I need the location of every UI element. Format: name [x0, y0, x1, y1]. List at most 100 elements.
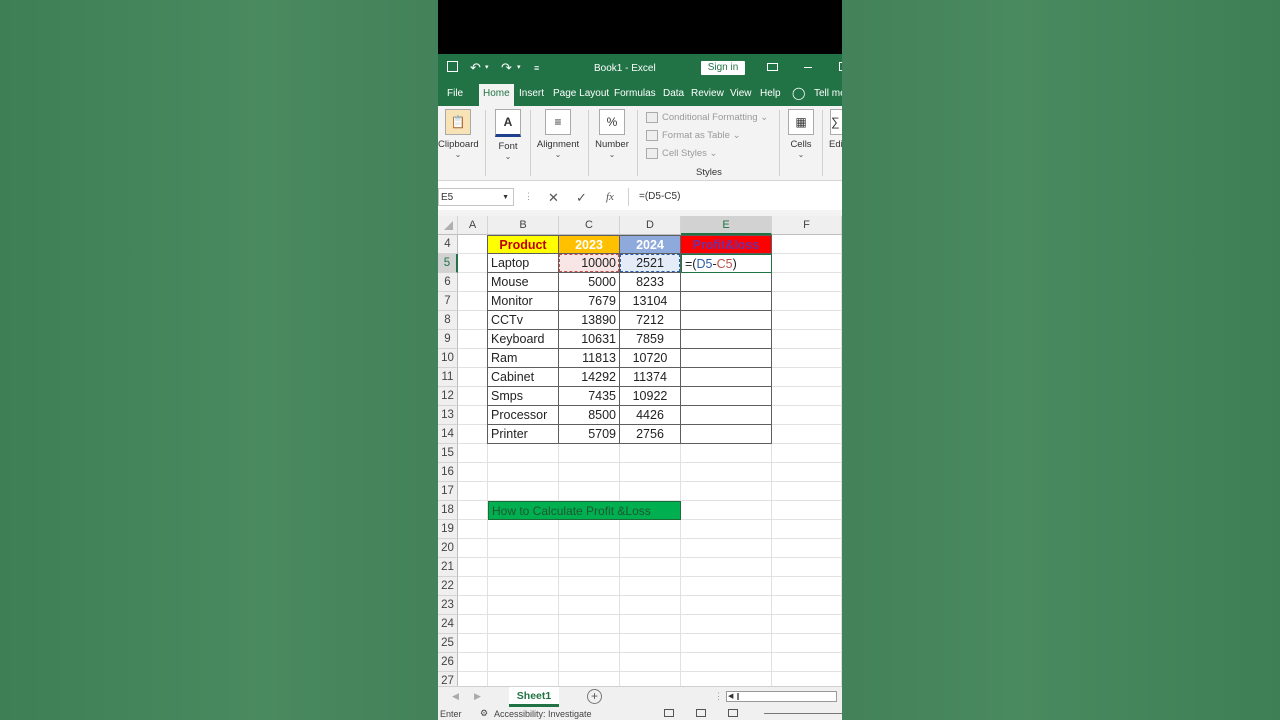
cell-product[interactable]: Laptop: [488, 254, 559, 273]
tab-view[interactable]: View: [730, 88, 752, 99]
cell-styles-button[interactable]: Cell Styles ⌄: [646, 148, 717, 159]
cell-product[interactable]: Smps: [488, 387, 559, 406]
page-break-view-icon[interactable]: [728, 709, 738, 717]
cells-group[interactable]: ▦ Cells ⌄: [787, 106, 815, 159]
redo-icon[interactable]: ↷: [501, 60, 512, 76]
cell-product[interactable]: Monitor: [488, 292, 559, 311]
cell-2023[interactable]: 8500: [559, 406, 620, 425]
header-product[interactable]: Product: [488, 235, 559, 254]
cell-2023[interactable]: 5709: [559, 425, 620, 444]
undo-icon[interactable]: ↶: [470, 60, 481, 76]
editing-group[interactable]: ∑ Edi: [828, 106, 842, 150]
row-header-26[interactable]: 26: [438, 653, 458, 672]
cell-2024[interactable]: 7212: [620, 311, 681, 330]
column-header-f[interactable]: F: [772, 216, 842, 235]
accessibility-status[interactable]: Accessibility: Investigate: [494, 709, 592, 719]
row-header-10[interactable]: 10: [438, 349, 458, 368]
tab-formulas[interactable]: Formulas: [614, 88, 656, 99]
cell-profit-loss[interactable]: [681, 273, 772, 292]
cell-profit-loss[interactable]: [681, 406, 772, 425]
formula-input[interactable]: =(D5-C5): [628, 188, 842, 206]
insert-function-icon[interactable]: fx: [606, 191, 614, 203]
cell-2024[interactable]: 11374: [620, 368, 681, 387]
header-profit-loss[interactable]: Profit&loss: [681, 235, 772, 254]
tab-data[interactable]: Data: [663, 88, 684, 99]
conditional-formatting-button[interactable]: Conditional Formatting ⌄: [646, 112, 768, 123]
minimize-icon[interactable]: [804, 67, 812, 68]
cell-product[interactable]: Processor: [488, 406, 559, 425]
sign-in-button[interactable]: Sign in: [701, 61, 745, 75]
tab-review[interactable]: Review: [691, 88, 724, 99]
cell-2023[interactable]: 5000: [559, 273, 620, 292]
column-header-c[interactable]: C: [559, 216, 620, 235]
cell-product[interactable]: Keyboard: [488, 330, 559, 349]
enter-icon[interactable]: ✓: [576, 190, 587, 206]
cell-2024[interactable]: 10720: [620, 349, 681, 368]
row-header-19[interactable]: 19: [438, 520, 458, 539]
prev-sheet-icon[interactable]: ◀: [452, 691, 459, 702]
normal-view-icon[interactable]: [664, 709, 674, 717]
cell-2023[interactable]: 7679: [559, 292, 620, 311]
row-header-16[interactable]: 16: [438, 463, 458, 482]
add-sheet-icon[interactable]: +: [587, 689, 602, 704]
cell-2024[interactable]: 10922: [620, 387, 681, 406]
cell-profit-loss[interactable]: [681, 330, 772, 349]
row-header-18[interactable]: 18: [438, 501, 458, 520]
cell-2024[interactable]: 13104: [620, 292, 681, 311]
cell-profit-loss[interactable]: [681, 292, 772, 311]
cell-profit-loss[interactable]: [681, 387, 772, 406]
cell-2023[interactable]: 10631: [559, 330, 620, 349]
cell-product[interactable]: Ram: [488, 349, 559, 368]
row-header-4[interactable]: 4: [438, 235, 458, 254]
scrollbar-thumb[interactable]: [737, 693, 739, 700]
header-2023[interactable]: 2023: [559, 235, 620, 254]
column-header-b[interactable]: B: [488, 216, 559, 235]
row-header-8[interactable]: 8: [438, 311, 458, 330]
row-header-22[interactable]: 22: [438, 577, 458, 596]
row-header-9[interactable]: 9: [438, 330, 458, 349]
cell-2024[interactable]: 8233: [620, 273, 681, 292]
cell-product[interactable]: Mouse: [488, 273, 559, 292]
row-header-21[interactable]: 21: [438, 558, 458, 577]
save-icon[interactable]: [447, 61, 458, 72]
cell-profit-loss[interactable]: [681, 425, 772, 444]
row-header-7[interactable]: 7: [438, 292, 458, 311]
cancel-icon[interactable]: ✕: [548, 190, 559, 206]
row-header-15[interactable]: 15: [438, 444, 458, 463]
cell-profit-loss[interactable]: [681, 349, 772, 368]
active-cell-e5[interactable]: =(D5-C5): [681, 254, 772, 273]
row-header-17[interactable]: 17: [438, 482, 458, 501]
tab-help[interactable]: Help: [760, 88, 781, 99]
next-sheet-icon[interactable]: ▶: [474, 691, 481, 702]
row-header-24[interactable]: 24: [438, 615, 458, 634]
cell-profit-loss[interactable]: [681, 368, 772, 387]
customize-qat-icon[interactable]: ≡: [534, 63, 539, 73]
number-group[interactable]: % Number ⌄: [593, 106, 631, 159]
horizontal-scrollbar[interactable]: ◀: [726, 691, 837, 702]
column-header-d[interactable]: D: [620, 216, 681, 235]
row-header-5[interactable]: 5: [438, 254, 458, 273]
row-header-20[interactable]: 20: [438, 539, 458, 558]
tab-home[interactable]: Home: [479, 84, 514, 106]
cell-2024[interactable]: 2756: [620, 425, 681, 444]
zoom-slider[interactable]: [764, 713, 842, 714]
cell-2024[interactable]: 7859: [620, 330, 681, 349]
page-layout-view-icon[interactable]: [696, 709, 706, 717]
row-header-6[interactable]: 6: [438, 273, 458, 292]
column-header-e[interactable]: E: [681, 216, 772, 235]
tab-page-layout[interactable]: Page Layout: [553, 88, 609, 99]
name-box[interactable]: E5 ▼: [438, 188, 514, 206]
cell-product[interactable]: Cabinet: [488, 368, 559, 387]
column-header-a[interactable]: A: [458, 216, 488, 235]
ribbon-display-icon[interactable]: [767, 63, 778, 71]
cell-2023[interactable]: 13890: [559, 311, 620, 330]
row-header-23[interactable]: 23: [438, 596, 458, 615]
row-header-11[interactable]: 11: [438, 368, 458, 387]
cell-profit-loss[interactable]: [681, 311, 772, 330]
cell-2023[interactable]: 14292: [559, 368, 620, 387]
redo-dropdown-icon[interactable]: ▾: [517, 63, 521, 71]
font-group[interactable]: A Font ⌄: [493, 106, 523, 161]
row-header-14[interactable]: 14: [438, 425, 458, 444]
alignment-group[interactable]: ≡ Alignment ⌄: [535, 106, 581, 159]
sheet-tab-sheet1[interactable]: Sheet1: [509, 687, 559, 707]
